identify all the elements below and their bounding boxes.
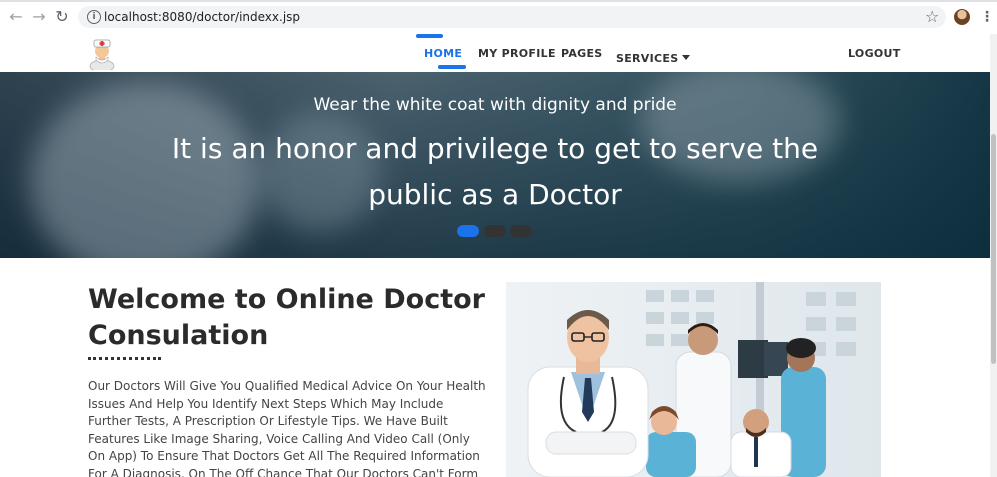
- forward-icon[interactable]: →: [31, 9, 47, 25]
- browser-toolbar: ← → ↻ i localhost:8080/doctor/indexx.jsp…: [0, 0, 997, 35]
- active-indicator-top: [416, 34, 443, 38]
- carousel-indicator-1[interactable]: [457, 225, 479, 237]
- nav-my-profile[interactable]: MY PROFILE: [478, 47, 556, 60]
- carousel-indicator-2[interactable]: [484, 225, 506, 237]
- active-indicator-bottom: [438, 65, 466, 69]
- site-navbar: HOME MY PROFILE PAGES SERVICES LOGOUT: [0, 34, 990, 72]
- page-scrollbar[interactable]: [990, 34, 997, 477]
- welcome-heading: Welcome to Online Doctor Consulation: [88, 284, 485, 351]
- nav-logout[interactable]: LOGOUT: [848, 47, 901, 60]
- carousel-indicator-3[interactable]: [510, 225, 532, 237]
- welcome-body-text: Our Doctors Will Give You Qualified Medi…: [88, 379, 486, 477]
- tab-strip: [0, 0, 997, 2]
- scrollbar-thumb[interactable]: [991, 134, 996, 364]
- hero-carousel: Wear the white coat with dignity and pri…: [0, 72, 990, 258]
- reload-icon[interactable]: ↻: [54, 9, 70, 25]
- hero-subtitle: Wear the white coat with dignity and pri…: [313, 95, 677, 115]
- nav-services-label: SERVICES: [616, 52, 679, 65]
- caret-down-icon: [682, 55, 691, 60]
- hero-title: It is an honor and privilege to get to s…: [171, 132, 819, 211]
- back-icon[interactable]: ←: [8, 9, 24, 25]
- url-text[interactable]: localhost:8080/doctor/indexx.jsp: [104, 6, 300, 28]
- nav-home[interactable]: HOME: [424, 47, 462, 60]
- nav-pages[interactable]: PAGES: [561, 47, 603, 60]
- kebab-menu-icon[interactable]: ⋮: [980, 7, 994, 27]
- star-icon[interactable]: ☆: [925, 7, 939, 27]
- heading-underline: [88, 357, 161, 360]
- info-icon[interactable]: i: [87, 10, 101, 24]
- address-bar[interactable]: i localhost:8080/doctor/indexx.jsp: [78, 6, 946, 28]
- doctors-team-image: [506, 282, 881, 477]
- nav-services[interactable]: SERVICES: [616, 47, 691, 66]
- profile-avatar[interactable]: [954, 9, 970, 25]
- doctor-logo-icon[interactable]: [88, 36, 116, 70]
